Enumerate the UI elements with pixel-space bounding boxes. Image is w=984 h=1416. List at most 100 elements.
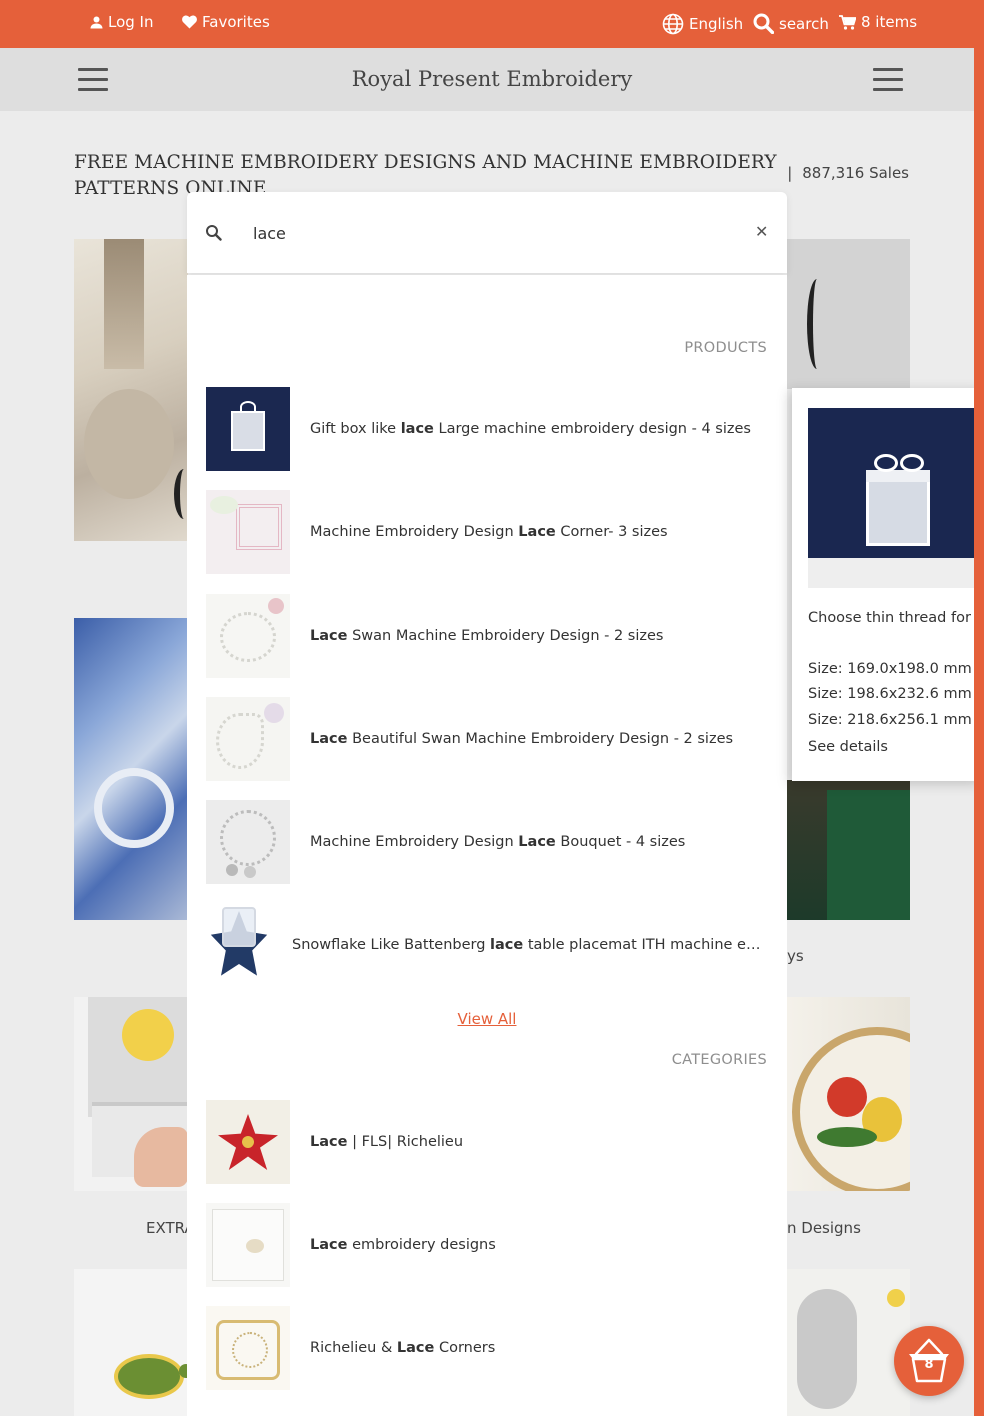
cart-link[interactable]: 8 items: [839, 13, 917, 31]
search-icon: [206, 225, 222, 241]
categories-heading: CATEGORIES: [671, 1052, 767, 1068]
decor-shape: [231, 411, 265, 451]
decor-shape: [216, 713, 264, 769]
decor-shape: [84, 389, 174, 499]
category-caption[interactable]: n Designs: [787, 1219, 861, 1237]
search-box: ✕: [187, 192, 787, 273]
language-selector[interactable]: English: [662, 13, 743, 35]
category-image[interactable]: [74, 618, 188, 920]
product-thumbnail: [206, 490, 290, 574]
category-image[interactable]: [787, 997, 910, 1191]
result-title: Lace | FLS| Richelieu: [310, 1134, 464, 1150]
result-title: Lace Beautiful Swan Machine Embroidery D…: [310, 731, 734, 747]
search-result-product[interactable]: Machine Embroidery Design Lace Corner- 3…: [206, 490, 768, 574]
decor-shape: [887, 1289, 905, 1307]
decor-shape: [244, 866, 256, 878]
preview-description: Choose thin thread for t: [808, 610, 982, 626]
decor-letter: [174, 469, 188, 519]
search-result-product[interactable]: Gift box like lace Large machine embroid…: [206, 387, 768, 471]
category-image[interactable]: [74, 1269, 188, 1416]
decor-shape: [874, 454, 898, 472]
result-title: Machine Embroidery Design Lace Corner- 3…: [310, 524, 668, 540]
category-image[interactable]: [74, 239, 188, 541]
search-results-panel: PRODUCTS Gift box like lace Large machin…: [187, 275, 787, 1416]
product-preview-card: Choose thin thread for t Size: 169.0x198…: [792, 388, 982, 781]
decor-shape: [226, 864, 238, 876]
see-details-link[interactable]: See details: [808, 739, 888, 755]
category-image[interactable]: [74, 997, 188, 1191]
category-image[interactable]: [787, 239, 910, 389]
preview-size: Size: 198.6x232.6 mm (7: [808, 686, 982, 702]
decor-shape: [817, 1127, 877, 1147]
decor-shape: [134, 1127, 188, 1187]
search-result-product[interactable]: Snowflake Like Battenberg lace table pla…: [206, 903, 768, 987]
heart-icon: [182, 15, 197, 29]
decor-shape: [246, 1239, 264, 1253]
category-thumbnail: [206, 1203, 290, 1287]
search-result-product[interactable]: Machine Embroidery Design Lace Bouquet -…: [206, 800, 768, 884]
result-title: Gift box like lace Large machine embroid…: [310, 421, 751, 437]
product-thumbnail: [206, 697, 290, 781]
decor-shape: [264, 703, 284, 723]
decor-shape: [866, 470, 930, 482]
user-icon: [90, 16, 103, 28]
search-input[interactable]: [253, 214, 733, 252]
clear-icon[interactable]: ✕: [755, 222, 768, 241]
sales-count: 887,316 Sales: [802, 164, 909, 182]
search-result-category[interactable]: Richelieu & Lace Corners: [206, 1306, 768, 1390]
decor-shape: [122, 1009, 174, 1061]
decor-shape: [222, 907, 256, 947]
globe-icon: [662, 13, 684, 35]
decor-shape: [797, 1289, 857, 1409]
category-thumbnail: [206, 1100, 290, 1184]
result-title: Lace Swan Machine Embroidery Design - 2 …: [310, 628, 664, 644]
favorites-label: Favorites: [202, 13, 270, 31]
category-image[interactable]: [787, 1269, 910, 1416]
decor-shape: [232, 1332, 268, 1368]
result-title: Machine Embroidery Design Lace Bouquet -…: [310, 834, 686, 850]
preview-image[interactable]: [808, 408, 978, 588]
result-title: Lace embroidery designs: [310, 1237, 496, 1253]
search-result-category[interactable]: Lace | FLS| Richelieu: [206, 1100, 768, 1184]
decor-shape: [104, 239, 144, 369]
product-thumbnail: [206, 800, 290, 884]
preview-size: Size: 218.6x256.1 mm (8: [808, 712, 982, 728]
login-label: Log In: [108, 13, 154, 31]
decor-shape: [236, 504, 282, 550]
product-thumbnail: [206, 387, 290, 471]
category-image[interactable]: [787, 780, 910, 920]
preview-size: Size: 169.0x198.0 mm (6: [808, 661, 982, 677]
decor-shape: [827, 1077, 867, 1117]
products-heading: PRODUCTS: [684, 340, 767, 356]
search-icon: [753, 13, 774, 34]
cart-label: 8 items: [861, 13, 918, 31]
login-link[interactable]: Log In: [90, 13, 154, 31]
scrollbar[interactable]: [974, 0, 984, 1416]
search-link[interactable]: search: [753, 13, 829, 34]
floating-cart-button[interactable]: 8: [894, 1326, 964, 1396]
decor-shape: [210, 496, 238, 514]
language-label: English: [689, 15, 744, 33]
decor-shape: [240, 401, 256, 413]
favorites-link[interactable]: Favorites: [182, 13, 270, 31]
decor-shape: [220, 810, 276, 866]
decor-shape: [94, 768, 174, 848]
category-thumbnail: [206, 1306, 290, 1390]
cart-count-badge: 8: [924, 1357, 934, 1372]
decor-shape: [827, 790, 910, 920]
search-result-product[interactable]: Lace Swan Machine Embroidery Design - 2 …: [206, 594, 768, 678]
product-thumbnail: [206, 903, 272, 987]
product-thumbnail: [206, 594, 290, 678]
search-label: search: [779, 14, 829, 33]
search-result-category[interactable]: Lace embroidery designs: [206, 1203, 768, 1287]
decor-shape: [900, 454, 924, 472]
category-caption[interactable]: ys: [787, 947, 804, 965]
decor-shape: [220, 612, 276, 662]
site-brand[interactable]: Royal Present Embroidery: [0, 67, 984, 91]
view-all-link[interactable]: View All: [187, 1010, 787, 1028]
search-result-product[interactable]: Lace Beautiful Swan Machine Embroidery D…: [206, 697, 768, 781]
decor-shape: [866, 478, 930, 546]
decor-letter: [807, 279, 827, 369]
cart-icon: [839, 14, 856, 30]
result-title: Richelieu & Lace Corners: [310, 1340, 496, 1356]
